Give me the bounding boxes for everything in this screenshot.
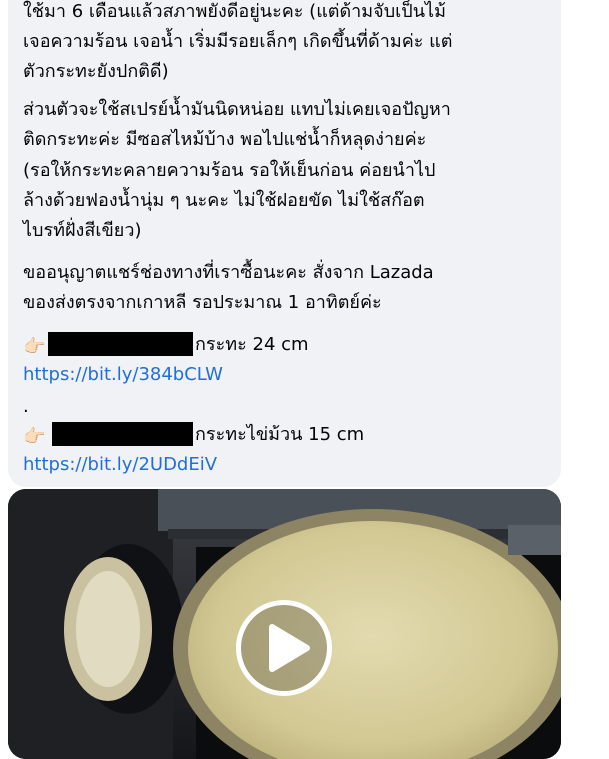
post-text-line: (รอให้กระทะคลายความร้อน รอให้เย็นก่อน ค่… xyxy=(23,160,436,181)
post-text-line: ตัวกระทะยังปกติดี) xyxy=(23,61,169,82)
post-text-line: ของส่งตรงจากเกาหลี รอประมาณ 1 อาทิตย์ค่ะ xyxy=(23,292,382,313)
redacted-block xyxy=(48,332,193,356)
pointing-right-emoji-icon: 👉🏻 xyxy=(23,336,46,357)
post-text-line: ติดกระทะค่ะ มีซอสไหม้บ้าง พอไปแช่น้ำก็หล… xyxy=(23,129,427,150)
item-label: กระทะ 24 cm xyxy=(195,334,309,355)
separator-dot: . xyxy=(23,396,29,417)
post-text-line: ขออนุญาตแชร์ช่องทางที่เราซื้อนะคะ สั่งจา… xyxy=(23,262,434,283)
redacted-block xyxy=(52,422,193,446)
post-text-line: ส่วนตัวจะใช้สเปรย์น้ำมันนิดหน่อย แทบไม่เ… xyxy=(23,99,451,120)
post-text-line: เจอความร้อน เจอน้ำ เริ่มมีรอยเล็กๆ เกิดข… xyxy=(23,31,453,52)
product-link[interactable]: https://bit.ly/384bCLW xyxy=(23,360,223,390)
post-text-line: ไบรท์ฝั่งสีเขียว) xyxy=(23,220,142,241)
post-text-line: ล้างด้วยฟองน้ำนุ่ม ๆ นะคะ ไม่ใช้ฝอยขัด ไ… xyxy=(23,190,425,211)
play-icon xyxy=(269,624,310,672)
play-button[interactable] xyxy=(236,600,332,696)
item-label: กระทะไข่ม้วน 15 cm xyxy=(195,424,365,445)
pointing-right-emoji-icon: 👉🏻 xyxy=(23,426,46,447)
product-link[interactable]: https://bit.ly/2UDdEiV xyxy=(23,450,217,480)
post-text-line: ใช้มา 6 เดือนแล้วสภาพยังดีอยู่นะคะ (แต่ด… xyxy=(23,1,446,22)
